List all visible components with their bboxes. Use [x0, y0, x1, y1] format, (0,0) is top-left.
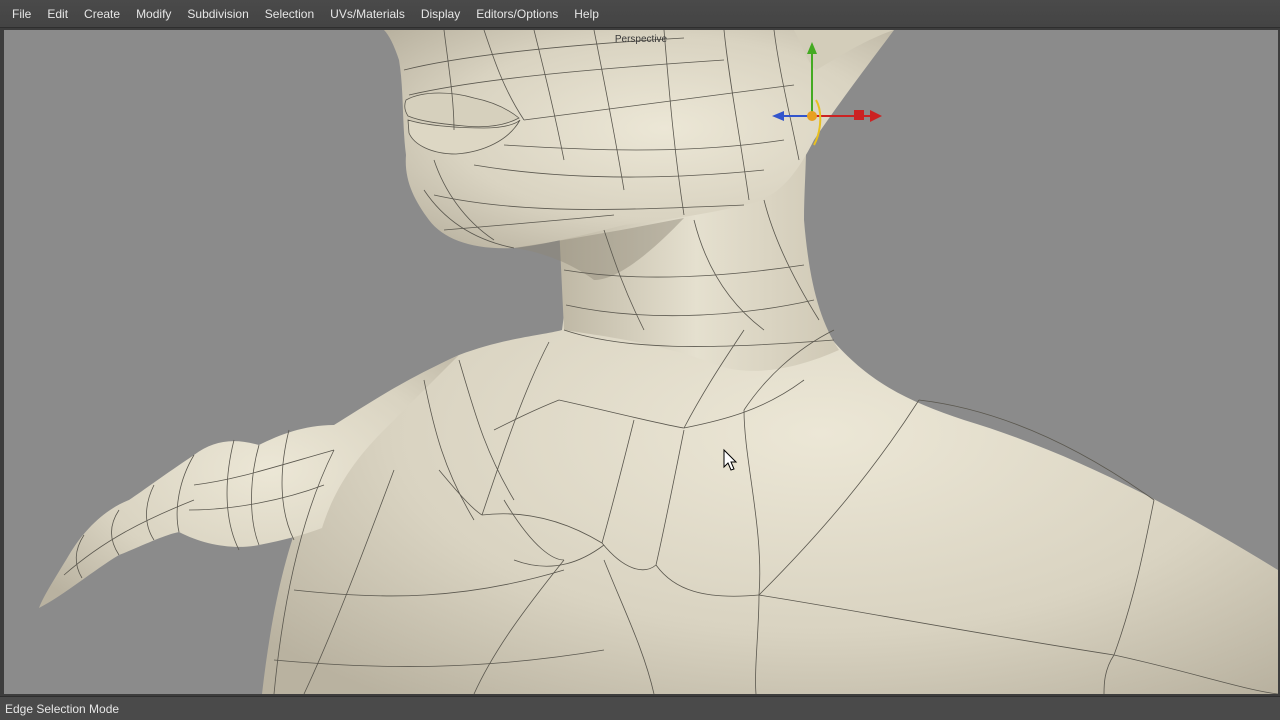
- status-text: Edge Selection Mode: [5, 701, 120, 716]
- menu-display[interactable]: Display: [413, 0, 468, 28]
- status-bar: Edge Selection Mode: [0, 696, 1280, 720]
- menu-selection[interactable]: Selection: [257, 0, 322, 28]
- menu-edit[interactable]: Edit: [39, 0, 76, 28]
- character-mesh[interactable]: [39, 30, 1278, 694]
- app-window: File Edit Create Modify Subdivision Sele…: [0, 0, 1280, 720]
- gizmo-x-arrow[interactable]: [870, 110, 882, 122]
- menu-file[interactable]: File: [4, 0, 39, 28]
- menu-uvs-materials[interactable]: UVs/Materials: [322, 0, 413, 28]
- menu-bar: File Edit Create Modify Subdivision Sele…: [0, 0, 1280, 28]
- menu-help[interactable]: Help: [566, 0, 607, 28]
- menu-subdivision[interactable]: Subdivision: [179, 0, 256, 28]
- menu-modify[interactable]: Modify: [128, 0, 179, 28]
- gizmo-center[interactable]: [807, 111, 817, 121]
- viewport-canvas[interactable]: [4, 30, 1278, 694]
- menu-create[interactable]: Create: [76, 0, 128, 28]
- menu-editors-options[interactable]: Editors/Options: [468, 0, 566, 28]
- gizmo-x-scale-handle[interactable]: [854, 110, 864, 120]
- perspective-viewport[interactable]: Perspective: [4, 30, 1278, 694]
